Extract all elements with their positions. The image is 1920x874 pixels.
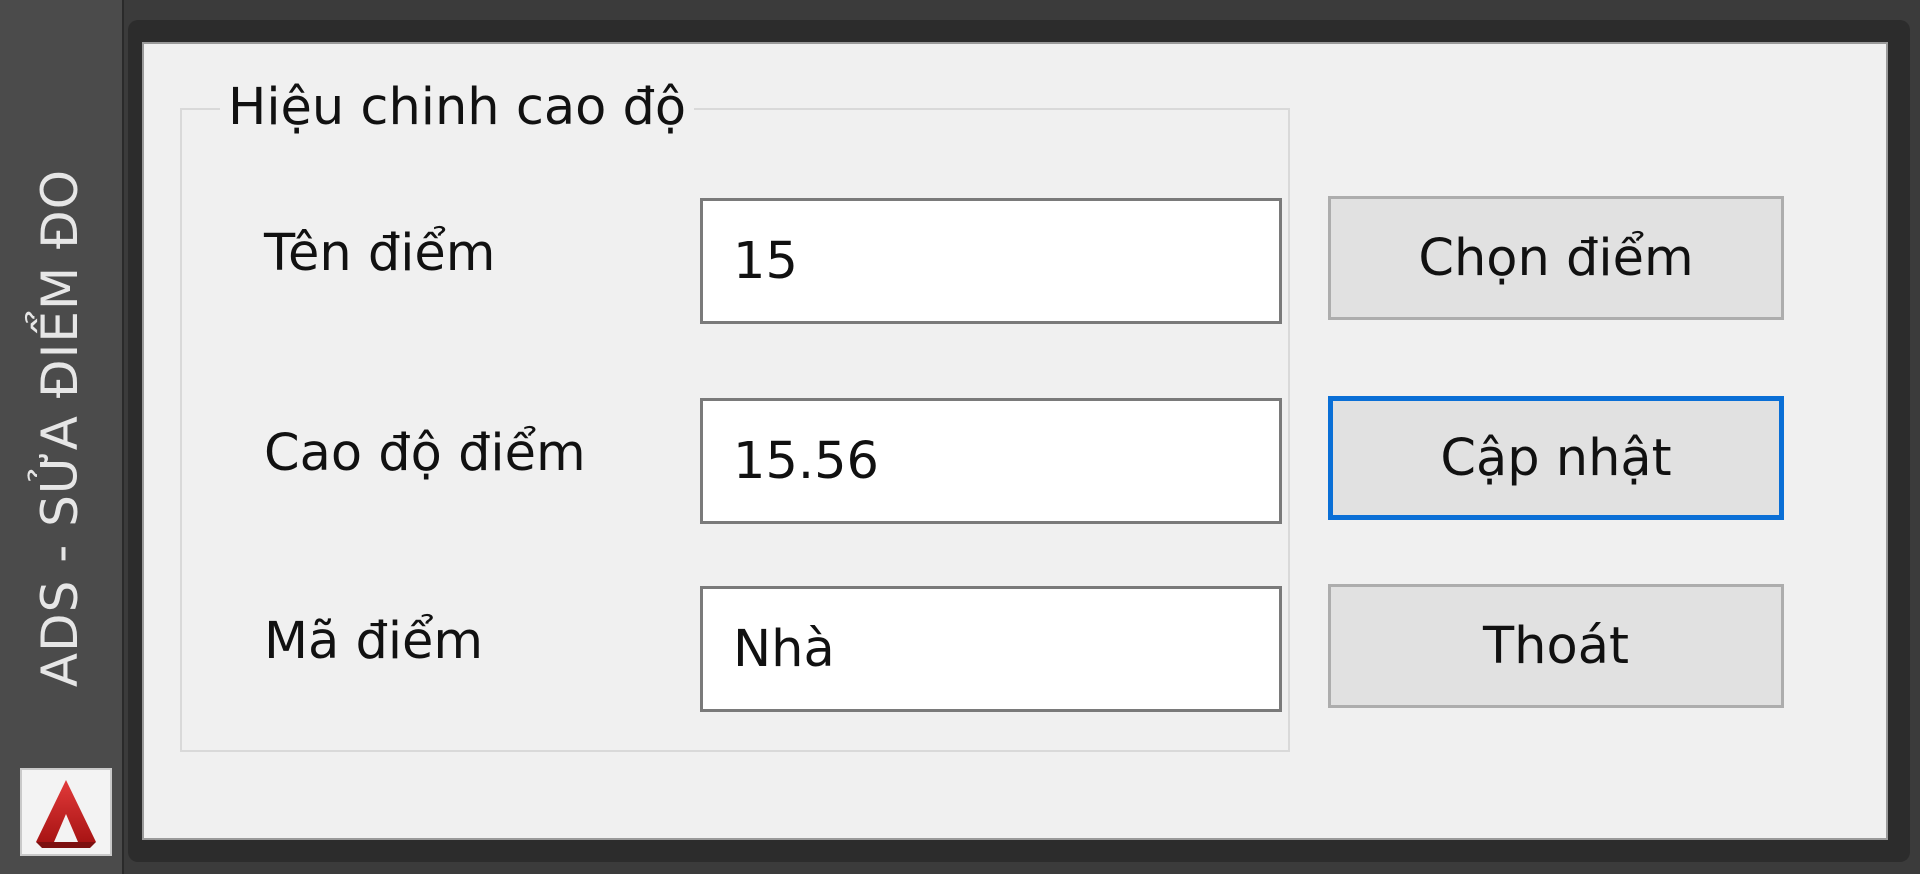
window-frame: ADS - SỬA ĐIỂM ĐO Hiệu chinh cao độ Tên …: [0, 0, 1920, 874]
select-point-button[interactable]: Chọn điểm: [1328, 196, 1784, 320]
vertical-title-bar[interactable]: ADS - SỬA ĐIỂM ĐO: [0, 0, 124, 874]
autocad-logo-icon[interactable]: [20, 768, 112, 856]
edit-point-dialog: Hiệu chinh cao độ Tên điểm Cao độ điểm M…: [142, 42, 1888, 840]
point-code-input[interactable]: [700, 586, 1282, 712]
update-button[interactable]: Cập nhật: [1328, 396, 1784, 520]
point-name-label: Tên điểm: [264, 224, 496, 283]
point-code-label: Mã điểm: [264, 612, 484, 671]
elevation-label: Cao độ điểm: [264, 424, 586, 483]
elevation-input[interactable]: [700, 398, 1282, 524]
elevation-groupbox: Hiệu chinh cao độ Tên điểm Cao độ điểm M…: [180, 76, 1290, 752]
groupbox-title: Hiệu chinh cao độ: [220, 76, 695, 140]
window-title: ADS - SỬA ĐIỂM ĐO: [31, 168, 89, 688]
exit-button[interactable]: Thoát: [1328, 584, 1784, 708]
point-name-input[interactable]: [700, 198, 1282, 324]
